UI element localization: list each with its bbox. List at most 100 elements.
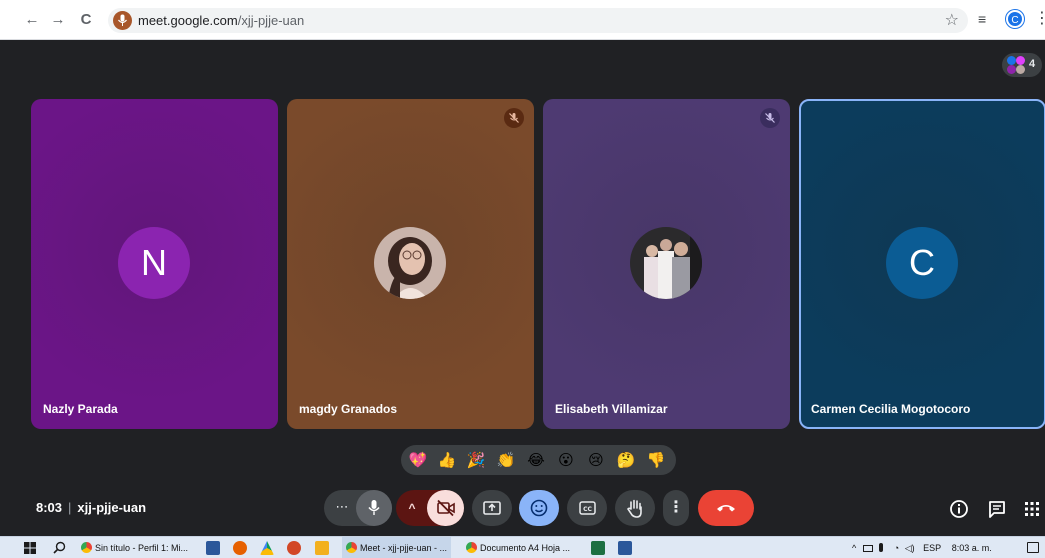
url-text: meet.google.com/xjj-pjje-uan: [138, 13, 305, 28]
meeting-code: xjj-pjje-uan: [77, 500, 147, 515]
participant-name: Nazly Parada: [43, 402, 118, 416]
svg-text:CC: CC: [583, 506, 592, 513]
media-controls-icon[interactable]: ≡: [978, 11, 986, 27]
camera-control-group: ^: [396, 490, 464, 526]
chrome-icon: [81, 542, 92, 553]
reactions-button[interactable]: [519, 490, 559, 526]
network-icon[interactable]: [862, 545, 873, 552]
reaction-laugh[interactable]: 😂: [525, 449, 547, 471]
store-icon[interactable]: [315, 541, 329, 555]
participant-avatar: N: [118, 227, 190, 299]
meeting-time: 8:03: [36, 500, 63, 515]
participant-tile[interactable]: Elisabeth Villamizar: [543, 99, 790, 429]
taskbar-app-label: Sin título - Perfil 1: Mi...: [95, 543, 189, 553]
mic-off-icon: [760, 108, 780, 128]
wifi-icon[interactable]: ◔: [894, 543, 899, 553]
chrome-icon: [466, 542, 477, 553]
raise-hand-button[interactable]: [615, 490, 655, 526]
participant-mini-avatar: [1016, 56, 1025, 65]
apps-grid-icon: [1025, 502, 1039, 516]
reaction-thinking[interactable]: 🤔: [615, 449, 637, 471]
present-screen-icon: [483, 501, 501, 515]
file-explorer-icon[interactable]: [206, 541, 220, 555]
google-drive-icon[interactable]: [260, 541, 274, 555]
raise-hand-icon: [627, 499, 642, 518]
language-indicator[interactable]: ESP: [923, 543, 941, 553]
more-options-button[interactable]: ⋮: [663, 490, 689, 526]
participant-tile[interactable]: N Nazly Parada: [31, 99, 278, 429]
camera-off-icon: [437, 499, 455, 517]
participant-mini-avatar: [1016, 65, 1025, 74]
participant-tile[interactable]: magdy Granados: [287, 99, 534, 429]
taskbar-app-document[interactable]: Documento A4 Hoja ...: [466, 537, 570, 558]
meeting-details-button[interactable]: [948, 498, 970, 520]
emoji-smile-icon: [530, 499, 548, 517]
taskbar-app-meet[interactable]: Meet - xjj-pjje-uan - ...: [342, 537, 452, 558]
microphone-button[interactable]: [356, 490, 392, 526]
participant-tile-active-speaker[interactable]: C Carmen Cecilia Mogotocoro: [799, 99, 1045, 429]
chevron-up-icon[interactable]: ^: [400, 496, 424, 520]
mic-off-icon: [504, 108, 524, 128]
search-icon[interactable]: [53, 541, 66, 554]
reaction-clap[interactable]: 👏: [495, 449, 517, 471]
chat-icon: [989, 501, 1005, 518]
excel-icon[interactable]: [591, 541, 605, 555]
forward-arrow-icon[interactable]: →: [48, 10, 68, 30]
reaction-thumbs-up[interactable]: 👍: [436, 449, 458, 471]
present-screen-button[interactable]: [472, 490, 512, 526]
audio-settings-more-icon[interactable]: ⋯: [330, 496, 354, 520]
reaction-sad[interactable]: 😢: [585, 449, 607, 471]
bookmark-star-icon[interactable]: ☆: [945, 10, 959, 30]
hang-up-icon: [717, 505, 735, 512]
participant-name: Carmen Cecilia Mogotocoro: [811, 402, 971, 416]
reactions-bar: 💖 👍 🎉 👏 😂 😮 😢 🤔 👎: [401, 445, 676, 475]
browser-menu-icon[interactable]: ⋮: [1034, 9, 1045, 29]
chevron-up-icon[interactable]: ^: [852, 543, 856, 553]
participant-mini-avatar: [1007, 56, 1016, 65]
powerpoint-icon[interactable]: [287, 541, 301, 555]
participant-photo: [374, 227, 446, 299]
info-icon: [950, 500, 968, 518]
reaction-heart[interactable]: 💖: [407, 449, 429, 471]
activities-button[interactable]: [1021, 498, 1043, 520]
browser-toolbar: ← → C meet.google.com/xjj-pjje-uan ☆ ≡ C…: [0, 0, 1045, 40]
windows-taskbar: Sin título - Perfil 1: Mi... Meet - xjj-…: [0, 536, 1045, 558]
notifications-icon[interactable]: [1027, 542, 1039, 553]
audio-control-group: ⋯: [324, 490, 392, 526]
windows-start-icon[interactable]: [24, 542, 36, 554]
participant-count: 4: [1029, 58, 1036, 70]
system-tray: ^ ◔ ◁) ESP 8:03 a. m.: [852, 537, 992, 558]
taskbar-app-chrome-profile[interactable]: Sin título - Perfil 1: Mi...: [81, 537, 188, 558]
camera-button[interactable]: [427, 490, 464, 526]
participant-mini-avatar: [1007, 65, 1016, 74]
speaker-icon[interactable]: ◁): [905, 543, 915, 553]
more-vert-icon: ⋮: [668, 499, 684, 516]
address-bar[interactable]: meet.google.com/xjj-pjje-uan ☆: [108, 8, 968, 33]
participants-chip[interactable]: 4: [1002, 53, 1042, 77]
chrome-icon: [346, 542, 357, 553]
reaction-thumbs-down[interactable]: 👎: [645, 449, 667, 471]
back-arrow-icon[interactable]: ←: [22, 10, 42, 30]
reaction-surprised[interactable]: 😮: [555, 449, 577, 471]
taskbar-app-label: Meet - xjj-pjje-uan - ...: [360, 543, 448, 553]
word-icon[interactable]: [618, 541, 632, 555]
meeting-info: 8:03 | xjj-pjje-uan: [36, 500, 147, 515]
taskbar-clock[interactable]: 8:03 a. m.: [952, 543, 992, 553]
reload-icon[interactable]: C: [76, 10, 96, 30]
chat-button[interactable]: [986, 498, 1008, 520]
microphone-icon: [368, 500, 380, 515]
participant-photo: [630, 227, 702, 299]
participant-name: Elisabeth Villamizar: [555, 402, 668, 416]
leave-call-button[interactable]: [698, 490, 754, 526]
participant-avatar: C: [886, 227, 958, 299]
firefox-icon[interactable]: [233, 541, 247, 555]
reaction-party[interactable]: 🎉: [465, 449, 487, 471]
profile-avatar[interactable]: C: [1006, 10, 1024, 28]
site-mic-icon[interactable]: [113, 11, 132, 30]
taskbar-app-label: Documento A4 Hoja ...: [480, 543, 571, 553]
microphone-icon[interactable]: [879, 543, 884, 552]
captions-button[interactable]: CC: [567, 490, 607, 526]
participant-name: magdy Granados: [299, 402, 398, 416]
meet-stage: 4 N Nazly Parada magdy Granados Elisabet…: [19, 40, 1045, 536]
closed-captions-icon: CC: [579, 501, 596, 515]
